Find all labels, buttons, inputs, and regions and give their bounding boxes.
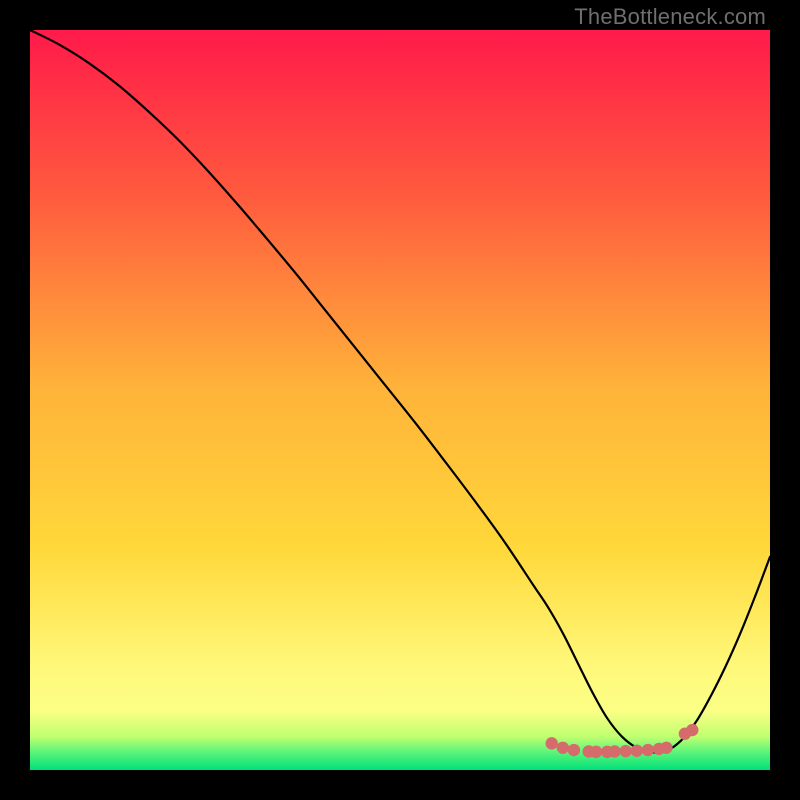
watermark-text: TheBottleneck.com — [574, 4, 766, 30]
optimal-marker — [660, 742, 672, 754]
optimal-marker — [608, 745, 620, 757]
optimal-marker — [631, 745, 643, 757]
optimal-marker — [546, 737, 558, 749]
optimal-marker — [620, 745, 632, 757]
chart-frame — [30, 30, 770, 770]
optimal-marker — [686, 724, 698, 736]
bottleneck-chart — [30, 30, 770, 770]
optimal-marker — [590, 746, 602, 758]
gradient-background — [30, 30, 770, 770]
optimal-marker — [568, 744, 580, 756]
optimal-marker — [557, 742, 569, 754]
optimal-marker — [642, 744, 654, 756]
